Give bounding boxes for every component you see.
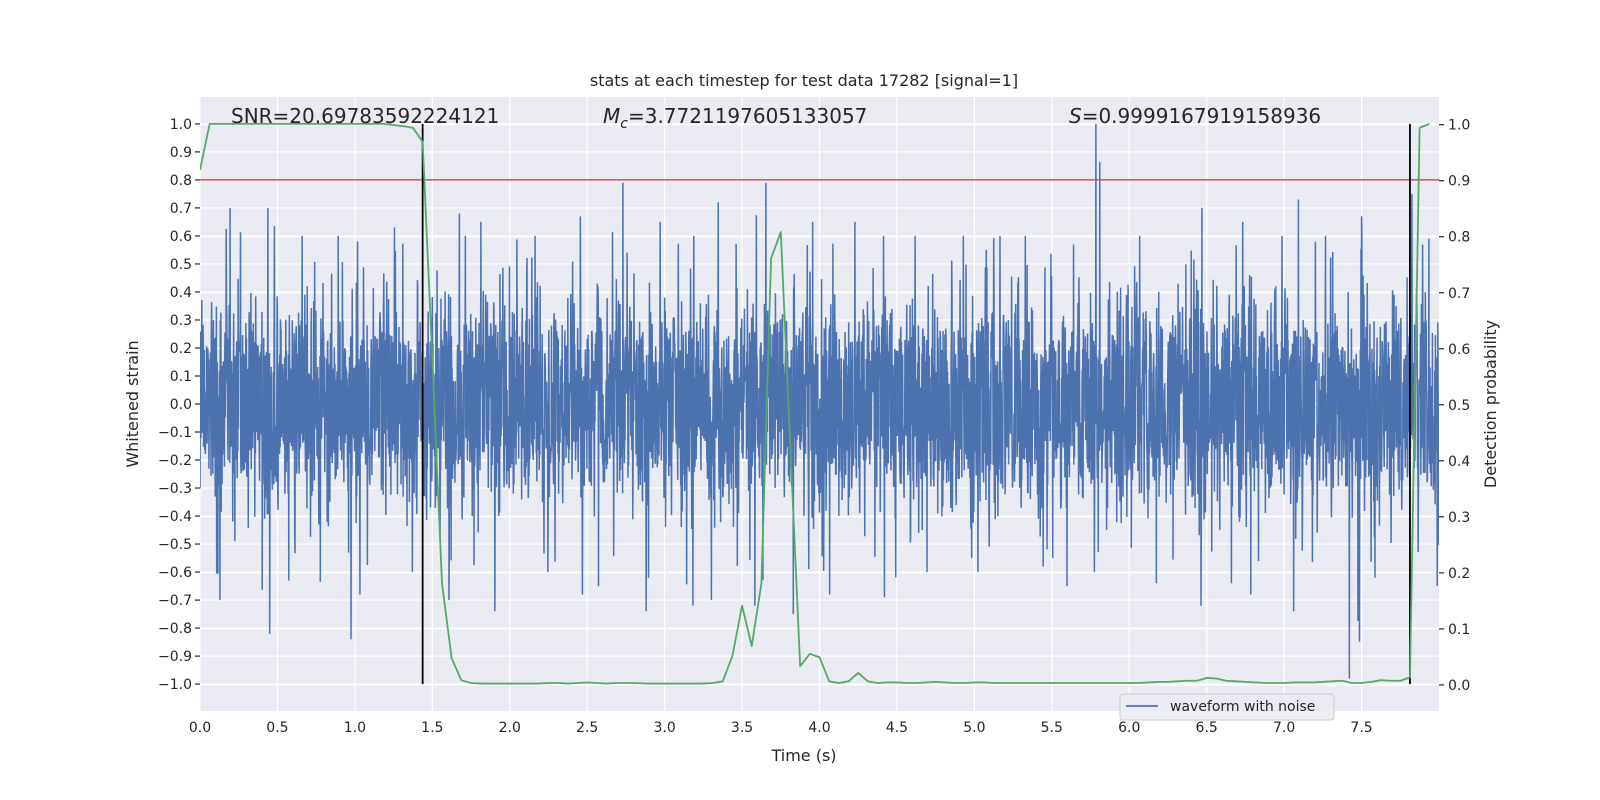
x-tick-label: 0.0 <box>189 720 211 736</box>
y-tick-label: 0.3 <box>170 313 192 329</box>
x-tick-label: 1.5 <box>421 720 443 736</box>
y-axis-left: 1.0 0.9 0.8 0.7 0.6 0.5 0.4 0.3 0.2 0.1 0.0 −0.1 −0.… <box>158 117 200 693</box>
y-right-tick-label: 0.3 <box>1448 510 1470 526</box>
x-tick-label: 4.0 <box>808 720 830 736</box>
chart: 0.0 0.5 1.0 1.5 2.0 2.5 3.0 3.5 4.0 4.5 5.0 5.5 6.0 6… <box>123 71 1500 765</box>
score-annotation: S=0.9999167919158936 <box>1069 104 1321 128</box>
y-tick-label: −1.0 <box>158 677 192 693</box>
x-tick-label: 0.5 <box>266 720 288 736</box>
x-axis: 0.0 0.5 1.0 1.5 2.0 2.5 3.0 3.5 4.0 4.5 5.0 5.5 6.0 6… <box>189 720 1373 736</box>
y-tick-label: −0.6 <box>158 565 192 581</box>
chirp-mass-value: =3.7721197605133057 <box>628 104 867 128</box>
y-right-tick-label: 0.2 <box>1448 566 1470 582</box>
y-tick-label: −0.8 <box>158 621 192 637</box>
snr-annotation: SNR=20.69783592224121 <box>231 104 499 128</box>
y-right-tick-label: 0.5 <box>1448 398 1470 414</box>
x-tick-label: 7.5 <box>1350 720 1372 736</box>
y-tick-label: 1.0 <box>170 117 192 133</box>
y-tick-label: 0.6 <box>170 229 192 245</box>
y-tick-label: 0.9 <box>170 145 192 161</box>
y-tick-label: −0.1 <box>158 425 192 441</box>
y-tick-label: 0.1 <box>170 369 192 385</box>
legend-label-waveform: waveform with noise <box>1170 699 1315 715</box>
x-tick-label: 1.0 <box>344 720 366 736</box>
x-tick-label: 2.0 <box>499 720 521 736</box>
y-axis-label-left: Whitened strain <box>123 340 142 467</box>
y-tick-label: 0.4 <box>170 285 192 301</box>
y-tick-label: −0.9 <box>158 649 192 665</box>
y-tick-label: −0.3 <box>158 481 192 497</box>
x-tick-label: 5.0 <box>963 720 985 736</box>
y-tick-label: −0.2 <box>158 453 192 469</box>
y-tick-label: −0.4 <box>158 509 192 525</box>
x-axis-label: Time (s) <box>770 746 836 765</box>
y-right-tick-label: 0.9 <box>1448 174 1470 190</box>
chirp-mass-symbol: M <box>603 104 620 128</box>
x-tick-label: 6.5 <box>1196 720 1218 736</box>
y-tick-label: −0.5 <box>158 537 192 553</box>
score-value: =0.9999167919158936 <box>1082 104 1321 128</box>
x-tick-label: 3.0 <box>653 720 675 736</box>
y-tick-label: 0.8 <box>170 173 192 189</box>
score-symbol: S <box>1069 104 1082 128</box>
x-tick-label: 3.5 <box>731 720 753 736</box>
x-tick-label: 2.5 <box>576 720 598 736</box>
y-tick-label: −0.7 <box>158 593 192 609</box>
y-tick-label: 0.2 <box>170 341 192 357</box>
y-right-tick-label: 0.8 <box>1448 230 1470 246</box>
y-tick-label: 0.7 <box>170 201 192 217</box>
chart-title: stats at each timestep for test data 172… <box>590 71 1018 90</box>
x-tick-label: 4.5 <box>886 720 908 736</box>
chirp-mass-annotation: Mc=3.7721197605133057 <box>603 104 867 132</box>
y-axis-right: 1.0 0.9 0.8 0.7 0.6 0.5 0.4 0.3 0.2 0.1 0.0 <box>1439 118 1470 694</box>
y-right-tick-label: 0.4 <box>1448 454 1470 470</box>
x-tick-label: 5.5 <box>1041 720 1063 736</box>
y-right-tick-label: 0.7 <box>1448 286 1470 302</box>
x-tick-label: 6.0 <box>1118 720 1140 736</box>
y-right-tick-label: 0.6 <box>1448 342 1470 358</box>
y-axis-label-right: Detection probability <box>1481 320 1500 488</box>
y-right-tick-label: 1.0 <box>1448 118 1470 134</box>
legend: waveform with noise <box>1119 693 1335 721</box>
y-tick-label: 0.0 <box>170 397 192 413</box>
y-right-tick-label: 0.1 <box>1448 622 1470 638</box>
y-tick-label: 0.5 <box>170 257 192 273</box>
x-tick-label: 7.0 <box>1273 720 1295 736</box>
y-right-tick-label: 0.0 <box>1448 678 1470 694</box>
